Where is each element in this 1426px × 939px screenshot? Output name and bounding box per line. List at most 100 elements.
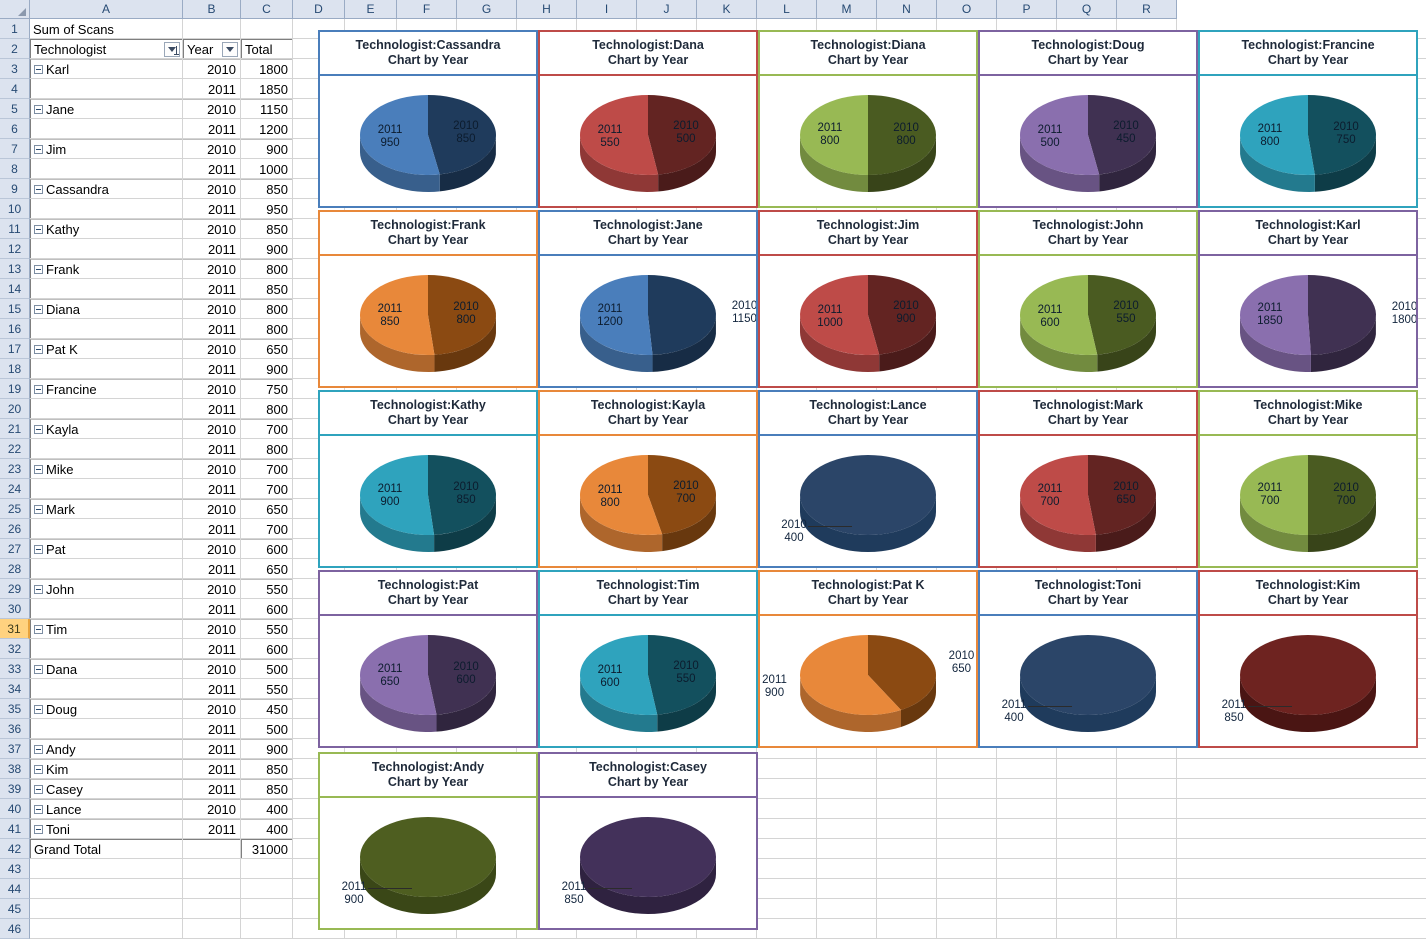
row-header-17[interactable]: 17 — [0, 339, 30, 359]
row-header-34[interactable]: 34 — [0, 679, 30, 699]
row-header-2[interactable]: 2 — [0, 39, 30, 59]
select-all-corner[interactable] — [0, 0, 30, 19]
chart-mark[interactable]: Technologist:Mark Chart by Year 2010 650 201… — [978, 390, 1198, 568]
row-header-36[interactable]: 36 — [0, 719, 30, 739]
row-header-18[interactable]: 18 — [0, 359, 30, 379]
row-header-11[interactable]: 11 — [0, 219, 30, 239]
chart-kayla[interactable]: Technologist:Kayla Chart by Year 2010 700 20… — [538, 390, 758, 568]
column-header-B[interactable]: B — [183, 0, 241, 19]
row-header-3[interactable]: 3 — [0, 59, 30, 79]
column-header-J[interactable]: J — [637, 0, 697, 19]
column-header-D[interactable]: D — [293, 0, 345, 19]
row-header-25[interactable]: 25 — [0, 499, 30, 519]
row-header-1[interactable]: 1 — [0, 19, 30, 39]
chart-jane[interactable]: Technologist:Jane Chart by Year 2010 1150 20… — [538, 210, 758, 388]
chart-doug[interactable]: Technologist:Doug Chart by Year 2010 450 201… — [978, 30, 1198, 208]
row-header-15[interactable]: 15 — [0, 299, 30, 319]
row-header-38[interactable]: 38 — [0, 759, 30, 779]
chart-pat-k[interactable]: Technologist:Pat K Chart by Year 2010 650 20… — [758, 570, 978, 748]
chart-karl[interactable]: Technologist:Karl Chart by Year 2010 1800 20… — [1198, 210, 1418, 388]
chart-john[interactable]: Technologist:John Chart by Year 2010 550 201… — [978, 210, 1198, 388]
row-header-33[interactable]: 33 — [0, 659, 30, 679]
chart-tim[interactable]: Technologist:Tim Chart by Year 2010 550 2011… — [538, 570, 758, 748]
pie-slice[interactable] — [580, 817, 716, 897]
column-header-M[interactable]: M — [817, 0, 877, 19]
row-header-22[interactable]: 22 — [0, 439, 30, 459]
chart-kim[interactable]: Technologist:Kim Chart by Year 2011 850 — [1198, 570, 1418, 748]
chart-title-line: Technologist:Kathy — [370, 398, 486, 412]
row-header-7[interactable]: 7 — [0, 139, 30, 159]
row-header-4[interactable]: 4 — [0, 79, 30, 99]
row-header-37[interactable]: 37 — [0, 739, 30, 759]
row-header-5[interactable]: 5 — [0, 99, 30, 119]
row-header-28[interactable]: 28 — [0, 559, 30, 579]
row-header-31[interactable]: 31 — [0, 619, 30, 639]
chart-title-line: Chart by Year — [387, 233, 469, 247]
row-header-12[interactable]: 12 — [0, 239, 30, 259]
row-header-14[interactable]: 14 — [0, 279, 30, 299]
column-header-A[interactable]: A — [30, 0, 183, 19]
column-header-L[interactable]: L — [757, 0, 817, 19]
chart-toni[interactable]: Technologist:Toni Chart by Year 2011 400 — [978, 570, 1198, 748]
row-header-6[interactable]: 6 — [0, 119, 30, 139]
chart-dana[interactable]: Technologist:Dana Chart by Year 2010 500 201… — [538, 30, 758, 208]
column-header-I[interactable]: I — [577, 0, 637, 19]
column-header-P[interactable]: P — [997, 0, 1057, 19]
row-header-30[interactable]: 30 — [0, 599, 30, 619]
chart-mike[interactable]: Technologist:Mike Chart by Year 2010 700 201… — [1198, 390, 1418, 568]
chart-francine[interactable]: Technologist:Francine Chart by Year 2010 75… — [1198, 30, 1418, 208]
row-header-45[interactable]: 45 — [0, 899, 30, 919]
row-header-24[interactable]: 24 — [0, 479, 30, 499]
row-header-29[interactable]: 29 — [0, 579, 30, 599]
chart-frank[interactable]: Technologist:Frank Chart by Year 2010 800 20… — [318, 210, 538, 388]
chart-pat[interactable]: Technologist:Pat Chart by Year 2010 600 2011… — [318, 570, 538, 748]
row-header-43[interactable]: 43 — [0, 859, 30, 879]
chart-kathy[interactable]: Technologist:Kathy Chart by Year 2010 850 20… — [318, 390, 538, 568]
row-header-16[interactable]: 16 — [0, 319, 30, 339]
pie-slice[interactable] — [1020, 635, 1156, 715]
column-header-F[interactable]: F — [397, 0, 457, 19]
column-header-C[interactable]: C — [241, 0, 293, 19]
chart-jim[interactable]: Technologist:Jim Chart by Year 2010 900 2011… — [758, 210, 978, 388]
pie-slice[interactable] — [1240, 635, 1376, 715]
row-header-41[interactable]: 41 — [0, 819, 30, 839]
row-header-23[interactable]: 23 — [0, 459, 30, 479]
row-header-20[interactable]: 20 — [0, 399, 30, 419]
row-header-10[interactable]: 10 — [0, 199, 30, 219]
pie-slice[interactable] — [360, 817, 496, 897]
chart-cassandra[interactable]: Technologist:Cassandra Chart by Year 2010 8… — [318, 30, 538, 208]
chart-plot-area: 2011 900 — [320, 798, 536, 928]
row-header-42[interactable]: 42 — [0, 839, 30, 859]
chart-title: Technologist:John Chart by Year — [980, 212, 1196, 256]
column-header-K[interactable]: K — [697, 0, 757, 19]
chart-diana[interactable]: Technologist:Diana Chart by Year 2010 800 20… — [758, 30, 978, 208]
chart-andy[interactable]: Technologist:Andy Chart by Year 2011 900 — [318, 752, 538, 930]
row-header-8[interactable]: 8 — [0, 159, 30, 179]
chart-plot-area: 2011 850 — [540, 798, 756, 928]
row-header-27[interactable]: 27 — [0, 539, 30, 559]
pie-slice[interactable] — [800, 455, 936, 535]
row-header-46[interactable]: 46 — [0, 919, 30, 939]
column-header-G[interactable]: G — [457, 0, 517, 19]
row-header-32[interactable]: 32 — [0, 639, 30, 659]
row-header-35[interactable]: 35 — [0, 699, 30, 719]
chart-title: Technologist:Doug Chart by Year — [980, 32, 1196, 76]
chart-title-line: Chart by Year — [1047, 593, 1129, 607]
row-header-13[interactable]: 13 — [0, 259, 30, 279]
chart-lance[interactable]: Technologist:Lance Chart by Year 2010 400 — [758, 390, 978, 568]
row-header-26[interactable]: 26 — [0, 519, 30, 539]
row-header-21[interactable]: 21 — [0, 419, 30, 439]
column-header-Q[interactable]: Q — [1057, 0, 1117, 19]
column-header-O[interactable]: O — [937, 0, 997, 19]
row-header-39[interactable]: 39 — [0, 779, 30, 799]
chart-casey[interactable]: Technologist:Casey Chart by Year 2011 850 — [538, 752, 758, 930]
column-header-E[interactable]: E — [345, 0, 397, 19]
pie-chart-graphic — [580, 275, 716, 372]
row-header-9[interactable]: 9 — [0, 179, 30, 199]
column-header-N[interactable]: N — [877, 0, 937, 19]
column-header-H[interactable]: H — [517, 0, 577, 19]
column-header-R[interactable]: R — [1117, 0, 1177, 19]
row-header-19[interactable]: 19 — [0, 379, 30, 399]
row-header-44[interactable]: 44 — [0, 879, 30, 899]
row-header-40[interactable]: 40 — [0, 799, 30, 819]
